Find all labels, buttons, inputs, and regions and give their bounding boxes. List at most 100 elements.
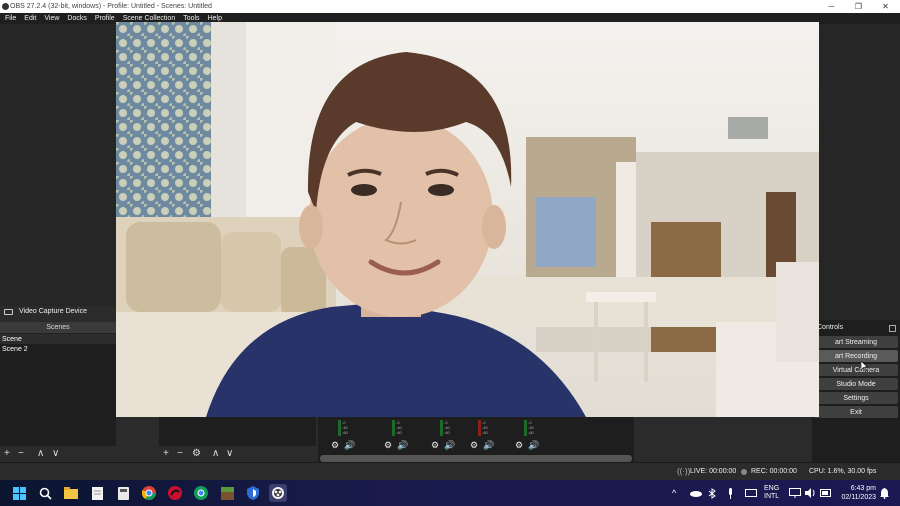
file-explorer-icon[interactable]	[62, 484, 80, 502]
volume-meter: -0 -40 -60	[390, 418, 406, 438]
scenes-toolbar: + − ∧ ∨	[0, 446, 157, 462]
keyboard-icon[interactable]	[745, 480, 757, 506]
start-recording-button[interactable]: art Recording	[814, 350, 898, 362]
studio-mode-button[interactable]: Studio Mode	[814, 378, 898, 390]
scenes-header: Scenes	[0, 322, 116, 334]
meter-scale: -0 -40 -60	[342, 420, 348, 435]
maximize-button[interactable]: ❐	[845, 0, 872, 13]
sources-toolbar: + − ⚙ ∧ ∨	[159, 446, 316, 462]
live-timer: LIVE: 00:00:00	[690, 468, 737, 475]
meter-scale: -0 -40 -60	[482, 420, 488, 435]
speaker-icon[interactable]: 🔊	[397, 440, 408, 451]
windows-taskbar: ^ ENG INTL 6:43 pm 02/11/2023	[0, 480, 900, 506]
windows-start-icon[interactable]	[10, 484, 28, 502]
speaker-icon[interactable]: 🔊	[344, 440, 355, 451]
meter-scale: -0 -40 -60	[444, 420, 450, 435]
source-settings-button[interactable]: ⚙	[192, 449, 201, 459]
microphone-icon[interactable]	[727, 480, 734, 506]
preview-background-left	[0, 24, 116, 306]
meter-scale: -0 -40 -60	[528, 420, 534, 435]
volume-meter: -0 -40 -60	[522, 418, 538, 438]
speaker-icon[interactable]: 🔊	[528, 440, 539, 451]
controls-header: Controls	[812, 320, 900, 334]
scenes-dock: Scenes Scene Scene 2	[0, 322, 116, 462]
volume-meter: -0 -40 -60	[476, 418, 492, 438]
menu-scene-collection[interactable]: Scene Collection	[123, 15, 176, 22]
clock[interactable]: 6:43 pm 02/11/2023	[836, 480, 876, 506]
display-icon[interactable]	[789, 480, 801, 506]
obs-red-icon[interactable]	[166, 484, 184, 502]
bluetooth-icon[interactable]	[708, 480, 716, 506]
speaker-icon[interactable]: 🔊	[444, 440, 455, 451]
window-title: OBS 27.2.4 (32-bit, windows) - Profile: …	[10, 3, 212, 10]
volume-meter: -0 -40 -60	[336, 418, 352, 438]
cpu-fps: CPU: 1.6%, 30.00 fps	[809, 468, 877, 475]
start-streaming-button[interactable]: art Streaming	[814, 336, 898, 348]
volume-icon[interactable]	[805, 480, 816, 506]
rec-timer: REC: 00:00:00	[751, 468, 797, 475]
calculator-icon[interactable]	[114, 484, 132, 502]
obs-studio-icon[interactable]	[269, 484, 287, 502]
live-icon: ((·))	[677, 467, 691, 476]
menu-edit[interactable]: Edit	[24, 15, 36, 22]
chrome-icon[interactable]	[140, 484, 158, 502]
volume-meter: -0 -40 -60	[438, 418, 454, 438]
minimize-button[interactable]: ─	[818, 0, 845, 13]
move-scene-up-button[interactable]: ∧	[37, 449, 44, 459]
app-logo-icon	[2, 3, 9, 10]
clock-time: 6:43 pm	[850, 485, 876, 492]
float-dock-icon[interactable]	[889, 325, 896, 332]
remove-scene-button[interactable]: −	[18, 449, 24, 459]
mouse-cursor-icon	[861, 361, 868, 371]
gear-icon[interactable]: ⚙	[515, 440, 523, 451]
battery-icon[interactable]	[820, 480, 832, 506]
onedrive-icon[interactable]	[690, 480, 702, 506]
gear-icon[interactable]: ⚙	[331, 440, 339, 451]
settings-button[interactable]: Settings	[814, 392, 898, 404]
chevron-up-icon[interactable]: ^	[672, 488, 676, 498]
meter-scale: -0 -40 -60	[396, 420, 402, 435]
mixer-scrollbar[interactable]	[320, 455, 632, 462]
source-bar: Video Capture Device	[0, 306, 116, 317]
shield-icon[interactable]	[244, 484, 262, 502]
controls-dock: Controls art Streaming art Recording Vir…	[812, 320, 900, 462]
preview-background-right	[819, 24, 900, 320]
menu-file[interactable]: File	[5, 15, 16, 22]
move-source-down-button[interactable]: ∨	[226, 449, 233, 459]
rec-indicator-icon	[741, 469, 747, 475]
preview-canvas[interactable]	[116, 22, 819, 417]
webcam-image	[116, 22, 819, 417]
menu-view[interactable]: View	[44, 15, 59, 22]
chrome-beta-icon[interactable]	[192, 484, 210, 502]
scene-item[interactable]: Scene	[0, 334, 116, 344]
exit-button[interactable]: Exit	[814, 406, 898, 418]
status-bar: ((·)) LIVE: 00:00:00 REC: 00:00:00 CPU: …	[0, 462, 900, 480]
language-layout: INTL	[764, 493, 780, 500]
gear-icon[interactable]: ⚙	[470, 440, 478, 451]
gear-icon[interactable]: ⚙	[431, 440, 439, 451]
menu-tools[interactable]: Tools	[183, 15, 199, 22]
title-bar: OBS 27.2.4 (32-bit, windows) - Profile: …	[0, 0, 900, 13]
speaker-icon[interactable]: 🔊	[483, 440, 494, 451]
close-button[interactable]: ✕	[872, 0, 899, 13]
menu-docks[interactable]: Docks	[67, 15, 86, 22]
add-source-button[interactable]: +	[163, 449, 169, 459]
clock-date: 02/11/2023	[841, 494, 876, 501]
controls-title: Controls	[817, 323, 844, 331]
add-scene-button[interactable]: +	[4, 449, 10, 459]
remove-source-button[interactable]: −	[177, 449, 183, 459]
language-code: ENG	[764, 485, 780, 492]
start-virtual-camera-button[interactable]: Virtual Camera	[814, 364, 898, 376]
language-indicator[interactable]: ENG INTL	[764, 480, 779, 506]
move-source-up-button[interactable]: ∧	[212, 449, 219, 459]
menu-profile[interactable]: Profile	[95, 15, 115, 22]
tray-overflow[interactable]: ^	[672, 480, 676, 506]
move-scene-down-button[interactable]: ∨	[52, 449, 59, 459]
search-icon[interactable]	[36, 484, 54, 502]
gear-icon[interactable]: ⚙	[384, 440, 392, 451]
notepad-icon[interactable]	[88, 484, 106, 502]
scene-item[interactable]: Scene 2	[0, 344, 116, 354]
minecraft-icon[interactable]	[218, 484, 236, 502]
menu-help[interactable]: Help	[208, 15, 222, 22]
notification-bell-icon[interactable]	[880, 480, 889, 506]
